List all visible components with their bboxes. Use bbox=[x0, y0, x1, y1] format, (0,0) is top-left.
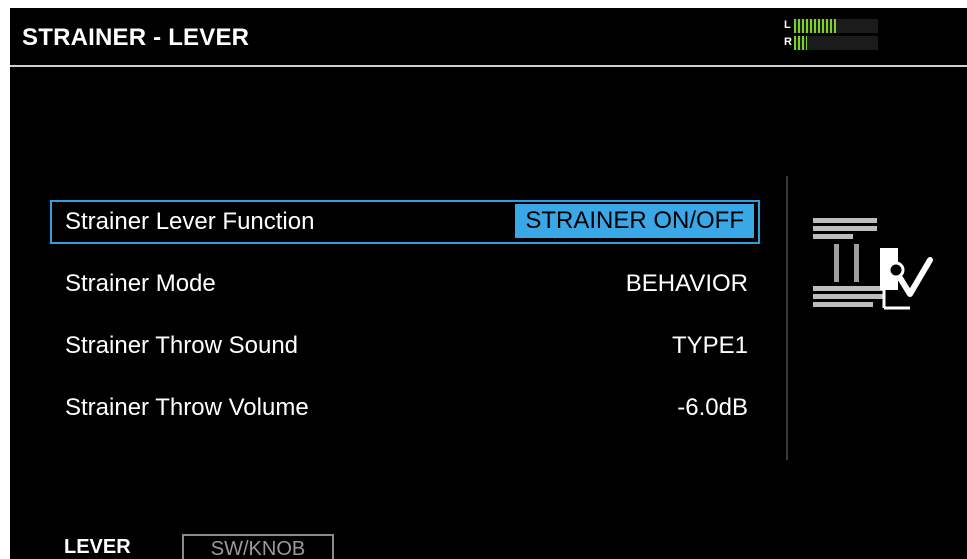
display-screen: STRAINER - LEVER L R Strainer Lever Func… bbox=[10, 8, 967, 559]
parameter-list: Strainer Lever Function STRAINER ON/OFF … bbox=[50, 200, 760, 448]
param-row-lever-function[interactable]: Strainer Lever Function STRAINER ON/OFF bbox=[50, 200, 760, 262]
param-row-throw-volume[interactable]: Strainer Throw Volume -6.0dB bbox=[50, 386, 758, 448]
header-bar: STRAINER - LEVER L R bbox=[10, 8, 967, 67]
tab-sw-knob[interactable]: SW/KNOB bbox=[182, 534, 334, 559]
meter-right-bar bbox=[794, 36, 878, 50]
strainer-lever-icon bbox=[813, 218, 933, 310]
meter-right-label: R bbox=[784, 36, 792, 48]
page-title: STRAINER - LEVER bbox=[22, 24, 250, 51]
level-meter: L R bbox=[784, 18, 880, 58]
meter-left-label: L bbox=[784, 19, 791, 31]
meter-left-bar bbox=[794, 19, 878, 33]
meter-right-fill bbox=[794, 36, 807, 50]
param-value[interactable]: BEHAVIOR bbox=[626, 270, 748, 298]
param-label: Strainer Throw Sound bbox=[65, 332, 299, 359]
meter-left-fill bbox=[794, 19, 836, 33]
param-value[interactable]: STRAINER ON/OFF bbox=[515, 204, 754, 238]
footer-tabs: LEVER SW/KNOB bbox=[10, 530, 967, 559]
tab-lever[interactable]: LEVER bbox=[64, 534, 131, 559]
param-value[interactable]: TYPE1 bbox=[672, 332, 748, 360]
param-value[interactable]: -6.0dB bbox=[677, 394, 748, 422]
param-label: Strainer Mode bbox=[65, 270, 216, 297]
param-row-mode[interactable]: Strainer Mode BEHAVIOR bbox=[50, 262, 758, 324]
param-label: Strainer Lever Function bbox=[65, 208, 315, 235]
param-label: Strainer Throw Volume bbox=[65, 394, 309, 421]
panel-divider bbox=[786, 176, 788, 460]
param-row-throw-sound[interactable]: Strainer Throw Sound TYPE1 bbox=[50, 324, 758, 386]
